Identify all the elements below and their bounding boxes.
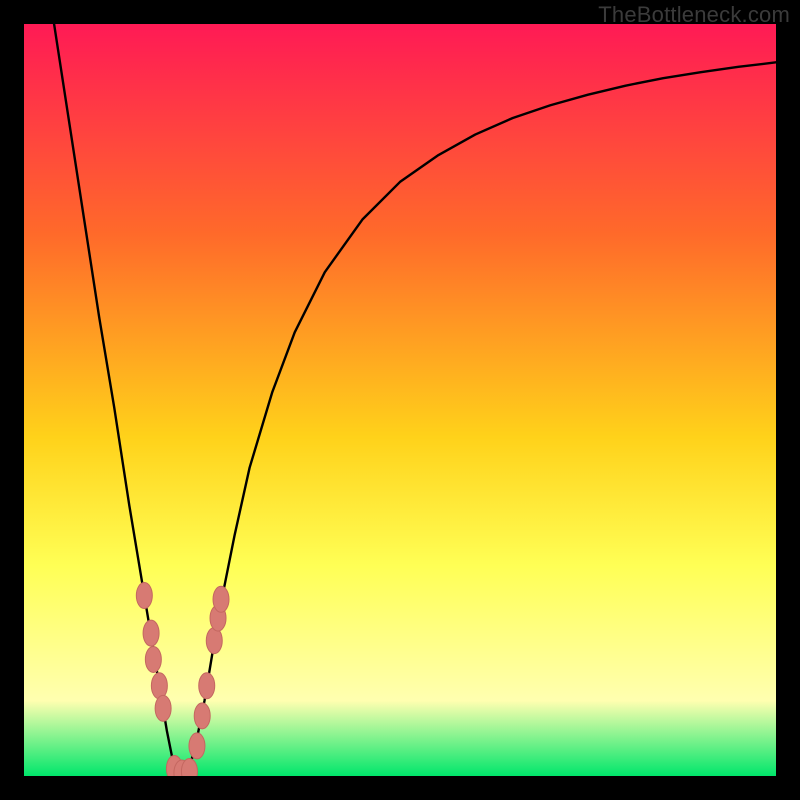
data-marker: [136, 583, 152, 609]
data-marker: [199, 673, 215, 699]
plot-area: [24, 24, 776, 776]
data-marker: [155, 695, 171, 721]
data-marker: [213, 586, 229, 612]
data-marker: [206, 628, 222, 654]
data-marker: [194, 703, 210, 729]
chart-svg: [24, 24, 776, 776]
data-marker: [143, 620, 159, 646]
data-marker: [145, 646, 161, 672]
data-marker: [151, 673, 167, 699]
data-marker: [189, 733, 205, 759]
chart-frame: TheBottleneck.com: [0, 0, 800, 800]
gradient-background: [24, 24, 776, 776]
watermark-text: TheBottleneck.com: [598, 2, 790, 28]
